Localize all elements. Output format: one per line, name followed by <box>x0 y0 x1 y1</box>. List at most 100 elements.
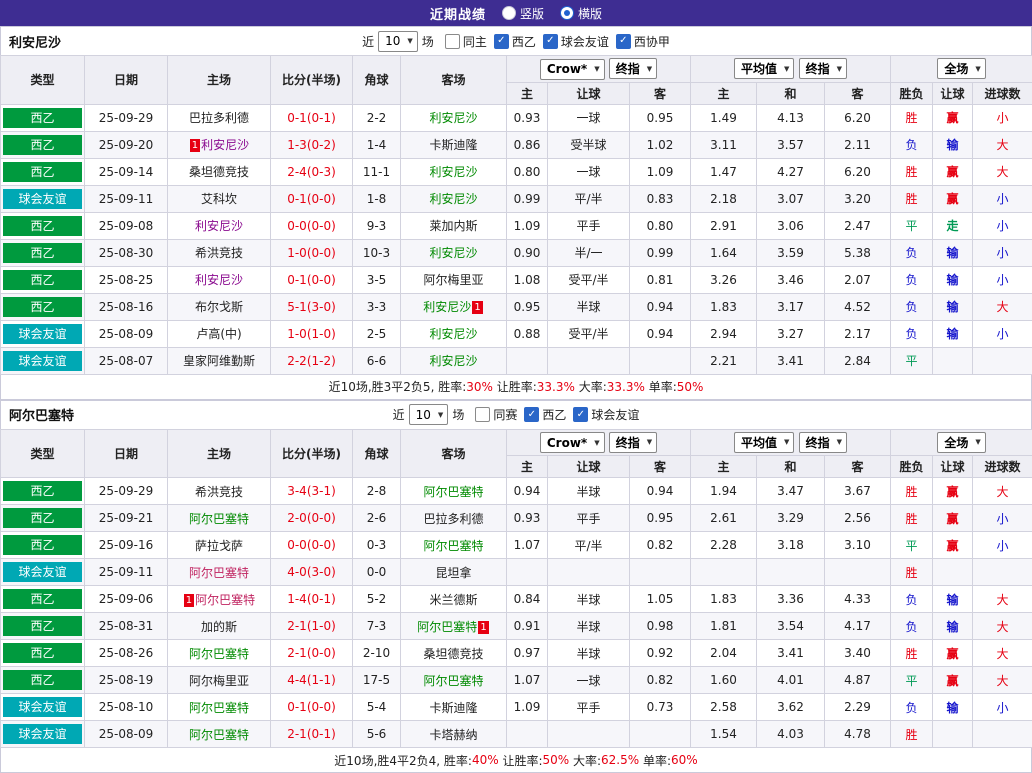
team-link[interactable]: 阿尔梅里亚 <box>423 273 483 287</box>
result-text: 输 <box>947 273 959 287</box>
team-link[interactable]: 利安尼沙 <box>201 138 249 152</box>
team-link[interactable]: 利安尼沙 <box>429 111 477 125</box>
team-link[interactable]: 巴拉多利德 <box>423 512 483 526</box>
fulltime-group: 全场▼ <box>891 56 1032 83</box>
filter-checkbox-同主[interactable]: 同主 <box>445 33 487 50</box>
odds-stage-select[interactable]: 终指▼ <box>609 432 657 453</box>
avg-stage-select[interactable]: 终指▼ <box>799 432 847 453</box>
score-link[interactable]: 2-4(0-3) <box>287 165 336 179</box>
team-link[interactable]: 阿尔巴塞特 <box>189 512 249 526</box>
score-link[interactable]: 2-2(1-2) <box>287 354 336 368</box>
avg-home: 3.11 <box>691 131 757 158</box>
team-link[interactable]: 巴拉多利德 <box>189 111 249 125</box>
team-link[interactable]: 加的斯 <box>201 620 237 634</box>
score-link[interactable]: 2-0(0-0) <box>287 511 336 525</box>
avg-away: 6.20 <box>825 158 891 185</box>
team-link[interactable]: 阿尔巴塞特 <box>195 593 255 607</box>
score-link[interactable]: 1-0(0-0) <box>287 246 336 260</box>
team-link[interactable]: 利安尼沙 <box>429 165 477 179</box>
team-link[interactable]: 阿尔巴塞特 <box>189 728 249 742</box>
score-link[interactable]: 4-0(3-0) <box>287 565 336 579</box>
score-link[interactable]: 1-3(0-2) <box>287 138 336 152</box>
team-link[interactable]: 阿尔巴塞特 <box>423 539 483 553</box>
average-select[interactable]: 平均值▼ <box>734 58 794 79</box>
score-link[interactable]: 0-1(0-0) <box>287 192 336 206</box>
score-link[interactable]: 0-0(0-0) <box>287 219 336 233</box>
score-link[interactable]: 4-4(1-1) <box>287 673 336 687</box>
team-link[interactable]: 萨拉戈萨 <box>195 539 243 553</box>
team-link[interactable]: 阿尔巴塞特 <box>417 620 477 634</box>
recent-count-select[interactable]: 10▼ <box>409 404 449 425</box>
team-link[interactable]: 利安尼沙 <box>429 246 477 260</box>
team-link[interactable]: 桑坦德竞技 <box>189 165 249 179</box>
team-link[interactable]: 皇家阿维勤斯 <box>183 354 255 368</box>
recent-count-value: 10 <box>385 34 400 48</box>
away-team-cell: 阿尔巴塞特 <box>401 532 507 559</box>
team-link[interactable]: 米兰德斯 <box>429 593 477 607</box>
team-link[interactable]: 利安尼沙 <box>429 192 477 206</box>
avg-draw: 3.41 <box>757 640 825 667</box>
average-select[interactable]: 平均值▼ <box>734 432 794 453</box>
team-link[interactable]: 阿尔巴塞特 <box>189 566 249 580</box>
score-cell: 2-1(1-0) <box>271 613 353 640</box>
team-link[interactable]: 桑坦德竞技 <box>423 647 483 661</box>
match-row: 球会友谊25-08-09阿尔巴塞特2-1(0-1)5-6卡塔赫纳1.544.03… <box>1 721 1032 748</box>
score-link[interactable]: 2-1(0-1) <box>287 727 336 741</box>
team-link[interactable]: 布尔戈斯 <box>195 300 243 314</box>
avg-home: 1.64 <box>691 239 757 266</box>
filter-checkbox-球会友谊[interactable]: ✓球会友谊 <box>573 406 639 423</box>
score-link[interactable]: 5-1(3-0) <box>287 300 336 314</box>
score-link[interactable]: 3-4(3-1) <box>287 484 336 498</box>
score-link[interactable]: 1-4(0-1) <box>287 592 336 606</box>
avg-stage-select[interactable]: 终指▼ <box>799 58 847 79</box>
team-link[interactable]: 卡斯迪隆 <box>429 138 477 152</box>
subcol-outcome: 胜负 <box>891 82 933 104</box>
team-link[interactable]: 利安尼沙 <box>195 219 243 233</box>
score-link[interactable]: 2-1(0-0) <box>287 646 336 660</box>
league-type-cell: 西乙 <box>1 212 85 239</box>
result-goals: 大 <box>973 586 1032 613</box>
team-link[interactable]: 昆坦拿 <box>435 566 471 580</box>
score-link[interactable]: 0-1(0-0) <box>287 700 336 714</box>
team-link[interactable]: 阿尔梅里亚 <box>189 674 249 688</box>
score-link[interactable]: 0-1(0-1) <box>287 111 336 125</box>
team-link[interactable]: 利安尼沙 <box>423 300 471 314</box>
team-link[interactable]: 阿尔巴塞特 <box>423 674 483 688</box>
team-link[interactable]: 阿尔巴塞特 <box>189 647 249 661</box>
team-link[interactable]: 卡斯迪隆 <box>429 701 477 715</box>
team-link[interactable]: 希洪竞技 <box>195 246 243 260</box>
bookmaker-select[interactable]: Crow*▼ <box>540 59 605 80</box>
corner-cell: 17-5 <box>353 667 401 694</box>
score-link[interactable]: 1-0(1-0) <box>287 327 336 341</box>
radio-vertical[interactable]: 竖版 <box>502 5 544 22</box>
odds-stage-select[interactable]: 终指▼ <box>609 58 657 79</box>
team-link[interactable]: 利安尼沙 <box>429 327 477 341</box>
recent-count-select[interactable]: 10▼ <box>378 31 418 52</box>
result-handicap: 输 <box>933 266 973 293</box>
score-link[interactable]: 0-1(0-0) <box>287 273 336 287</box>
odds-away <box>630 559 691 586</box>
team-link[interactable]: 艾科坎 <box>201 192 237 206</box>
team-link[interactable]: 阿尔巴塞特 <box>423 485 483 499</box>
team-link[interactable]: 希洪竞技 <box>195 485 243 499</box>
fulltime-select[interactable]: 全场▼ <box>937 58 985 79</box>
team-link[interactable]: 利安尼沙 <box>429 354 477 368</box>
radio-horizontal[interactable]: 横版 <box>560 5 602 22</box>
team-link[interactable]: 卡塔赫纳 <box>429 728 477 742</box>
bookmaker-select[interactable]: Crow*▼ <box>540 432 605 453</box>
filter-checkbox-西乙[interactable]: ✓西乙 <box>494 33 536 50</box>
score-link[interactable]: 2-1(1-0) <box>287 619 336 633</box>
team-link[interactable]: 利安尼沙 <box>195 273 243 287</box>
match-row: 西乙25-08-16布尔戈斯5-1(3-0)3-3利安尼沙10.95半球0.94… <box>1 293 1032 320</box>
filter-checkbox-同赛[interactable]: 同赛 <box>475 406 517 423</box>
team-link[interactable]: 卢高(中) <box>196 327 241 341</box>
fulltime-select[interactable]: 全场▼ <box>937 432 985 453</box>
subcol-odds-home: 主 <box>507 82 548 104</box>
team-link[interactable]: 莱加内斯 <box>429 219 477 233</box>
team-link[interactable]: 阿尔巴塞特 <box>189 701 249 715</box>
filter-checkbox-西协甲[interactable]: ✓西协甲 <box>616 33 670 50</box>
score-link[interactable]: 0-0(0-0) <box>287 538 336 552</box>
avg-draw: 4.13 <box>757 104 825 131</box>
filter-checkbox-西乙[interactable]: ✓西乙 <box>524 406 566 423</box>
filter-checkbox-球会友谊[interactable]: ✓球会友谊 <box>543 33 609 50</box>
